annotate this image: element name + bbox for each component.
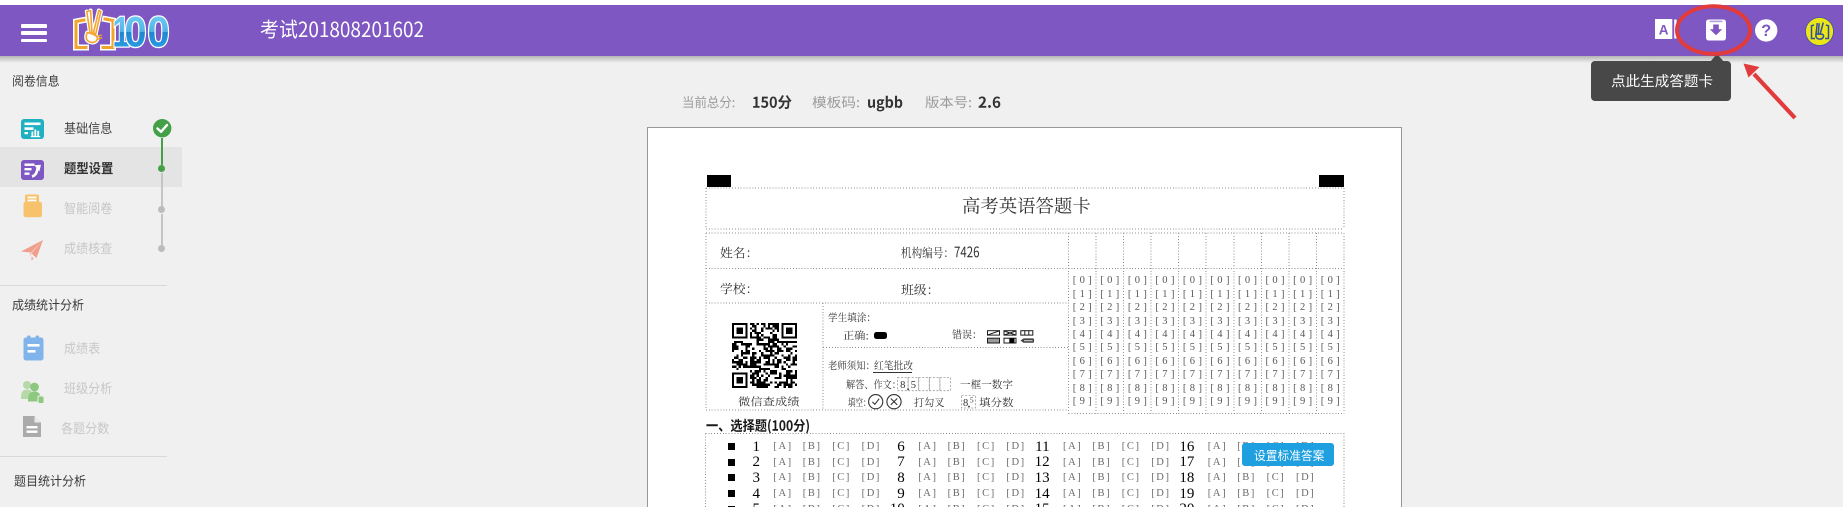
svg-text:A: A [1659, 23, 1669, 38]
svg-text:5: 5 [969, 395, 973, 404]
svg-text:8: 8 [900, 380, 905, 391]
svg-text:8: 8 [962, 398, 967, 409]
svg-text:5: 5 [911, 380, 916, 391]
